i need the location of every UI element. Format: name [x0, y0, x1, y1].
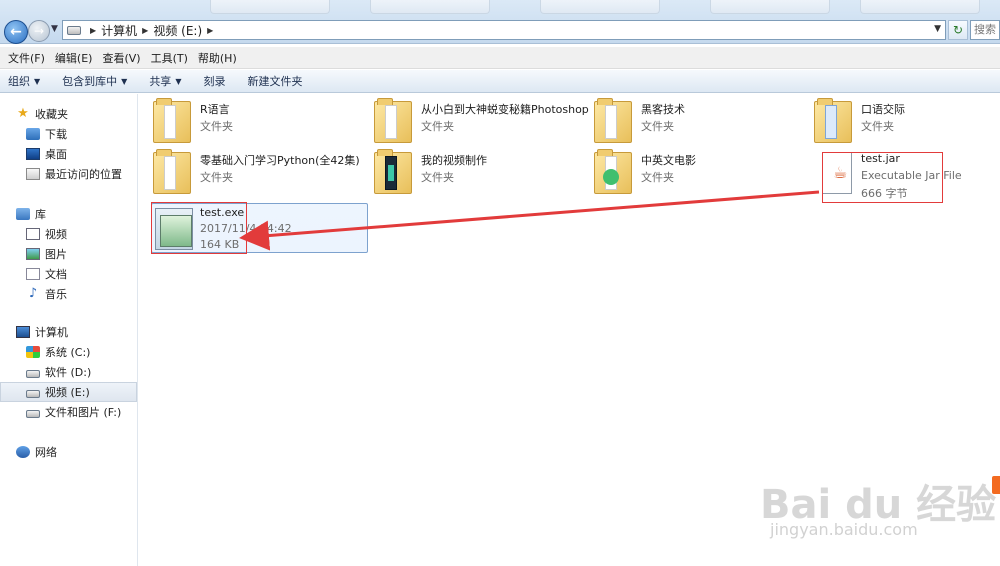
ghost-tab	[210, 0, 330, 14]
share-button[interactable]: 共享 ▼	[149, 73, 181, 89]
menu-file[interactable]: 文件(F)	[4, 50, 51, 66]
sidebar-item-drive-f[interactable]: 文件和图片 (F:)	[0, 402, 137, 422]
sidebar-item-libraries[interactable]: 库	[0, 204, 137, 224]
menu-tools[interactable]: 工具(T)	[147, 50, 194, 66]
recent-pages-dropdown-icon[interactable]: ▼	[51, 24, 58, 34]
sidebar-item-label: 文件和图片 (F:)	[45, 406, 122, 419]
organize-label: 组织	[8, 75, 30, 88]
new-folder-button[interactable]: 新建文件夹	[247, 73, 302, 89]
sidebar-item-label: 下载	[45, 128, 67, 141]
sidebar-item-drive-e[interactable]: 视频 (E:)	[0, 382, 137, 402]
chevron-down-icon: ▼	[121, 76, 128, 86]
library-icon	[16, 208, 30, 220]
menu-help[interactable]: 帮助(H)	[194, 50, 243, 66]
sidebar-item-label: 视频 (E:)	[45, 386, 90, 399]
refresh-button[interactable]: ↻	[948, 20, 968, 40]
drive-icon	[26, 389, 40, 398]
sidebar-item-music[interactable]: ♪ 音乐	[0, 284, 137, 304]
sidebar-item-documents[interactable]: 文档	[0, 264, 137, 284]
address-bar[interactable]: ▶ 计算机 ▶ 视频 (E:) ▶ ▼	[62, 20, 946, 40]
chevron-down-icon: ▼	[34, 76, 41, 86]
ghost-tab	[710, 0, 830, 14]
chevron-down-icon: ▼	[175, 76, 182, 86]
sidebar-item-label: 系统 (C:)	[45, 346, 91, 359]
menu-view[interactable]: 查看(V)	[98, 50, 146, 66]
ghost-tab	[860, 0, 980, 14]
documents-library-icon	[26, 268, 40, 280]
sidebar-item-drive-c[interactable]: 系统 (C:)	[0, 342, 137, 362]
network-icon	[16, 446, 30, 458]
ghost-tab	[370, 0, 490, 14]
sidebar-item-label: 文档	[45, 268, 67, 281]
sidebar-item-label: 图片	[45, 248, 67, 261]
baidu-watermark-url: jingyan.baidu.com	[770, 520, 918, 539]
organize-button[interactable]: 组织 ▼	[8, 73, 40, 89]
menu-edit[interactable]: 编辑(E)	[51, 50, 99, 66]
drive-icon	[26, 409, 40, 418]
sidebar-item-label: 网络	[35, 446, 57, 459]
chevron-right-icon[interactable]: ▶	[90, 26, 96, 35]
chevron-right-icon[interactable]: ▶	[207, 26, 213, 35]
pictures-library-icon	[26, 248, 40, 260]
include-in-library-label: 包含到库中	[62, 75, 118, 88]
sidebar-item-videos[interactable]: 视频	[0, 224, 137, 244]
sidebar-item-label: 库	[35, 208, 46, 221]
breadcrumb-computer[interactable]: 计算机	[101, 22, 137, 39]
music-note-icon: ♪	[28, 286, 38, 301]
sidebar-item-downloads[interactable]: 下载	[0, 124, 137, 144]
drive-icon	[26, 369, 40, 378]
sidebar-item-label: 收藏夹	[35, 108, 68, 121]
chevron-down-icon[interactable]: ▼	[934, 24, 941, 34]
share-label: 共享	[149, 75, 172, 88]
sidebar-item-network[interactable]: 网络	[0, 442, 137, 462]
desktop-icon	[26, 148, 40, 160]
corner-badge-icon	[992, 476, 1000, 494]
system-drive-icon	[26, 346, 40, 358]
sidebar-item-label: 软件 (D:)	[45, 366, 92, 379]
command-bar: 组织 ▼ 包含到库中 ▼ 共享 ▼ 刻录 新建文件夹	[0, 70, 1000, 93]
recent-places-icon	[26, 168, 40, 180]
sidebar-item-label: 最近访问的位置	[45, 168, 122, 181]
search-input[interactable]: 搜索 视频	[970, 20, 1000, 40]
sidebar-item-pictures[interactable]: 图片	[0, 244, 137, 264]
background-tabs	[0, 0, 1000, 14]
download-folder-icon	[26, 128, 40, 140]
star-icon: ★	[17, 106, 29, 121]
video-library-icon	[26, 228, 40, 240]
drive-icon	[67, 25, 81, 35]
navigation-pane: ★ 收藏夹 下载 桌面 最近访问的位置 库 视频 图片 文档 ♪ 音乐 计算机 …	[0, 94, 138, 566]
window-titlebar: ← → ▼ ▶ 计算机 ▶ 视频 (E:) ▶ ▼ ↻ 搜索 视频	[0, 0, 1000, 44]
computer-icon	[16, 326, 30, 338]
breadcrumb-drive-e[interactable]: 视频 (E:)	[153, 22, 202, 39]
sidebar-item-computer[interactable]: 计算机	[0, 322, 137, 342]
forward-button[interactable]: →	[28, 20, 50, 42]
sidebar-item-label: 计算机	[35, 326, 68, 339]
sidebar-item-label: 桌面	[45, 148, 67, 161]
ghost-tab	[540, 0, 660, 14]
sidebar-item-drive-d[interactable]: 软件 (D:)	[0, 362, 137, 382]
chevron-right-icon[interactable]: ▶	[142, 26, 148, 35]
sidebar-item-favorites[interactable]: ★ 收藏夹	[0, 104, 137, 124]
include-in-library-button[interactable]: 包含到库中 ▼	[62, 73, 127, 89]
sidebar-item-label: 音乐	[45, 288, 67, 301]
burn-button[interactable]: 刻录	[203, 73, 225, 89]
menu-bar: 文件(F) 编辑(E) 查看(V) 工具(T) 帮助(H)	[0, 47, 1000, 69]
sidebar-item-desktop[interactable]: 桌面	[0, 144, 137, 164]
sidebar-item-label: 视频	[45, 228, 67, 241]
sidebar-item-recent[interactable]: 最近访问的位置	[0, 164, 137, 184]
back-button[interactable]: ←	[4, 20, 28, 44]
